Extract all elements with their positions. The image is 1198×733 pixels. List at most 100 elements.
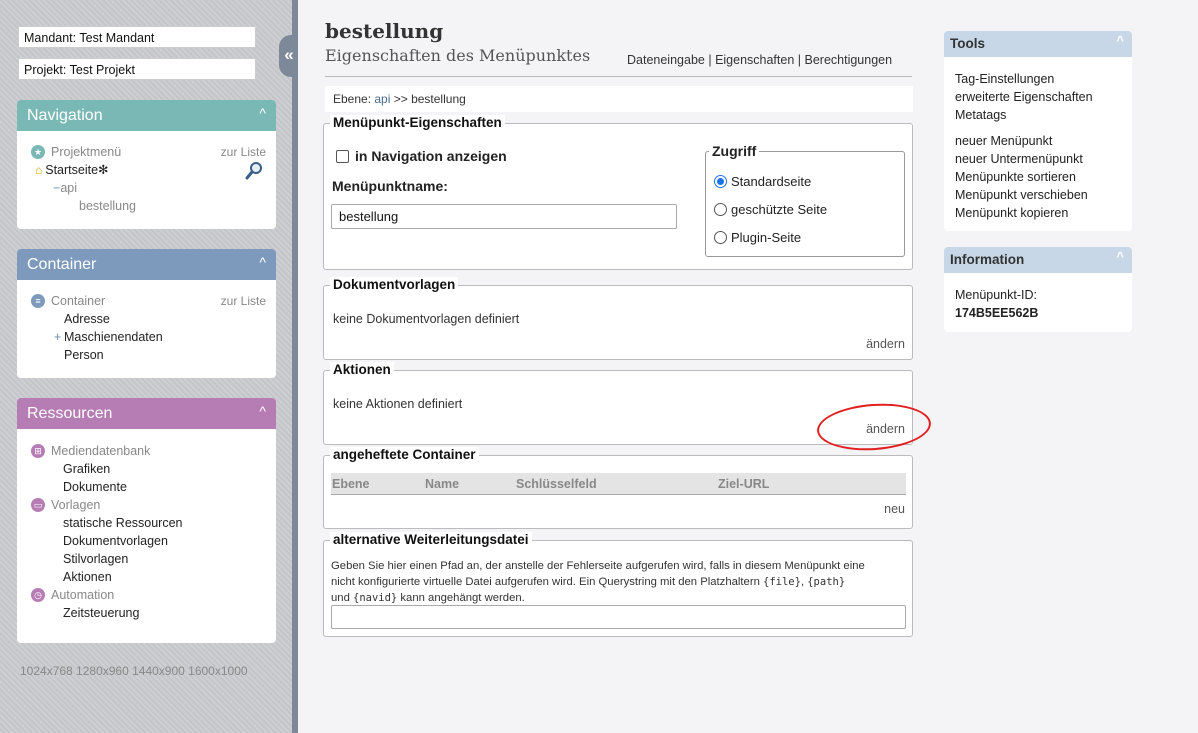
nav-api-row[interactable]: − api <box>31 179 266 197</box>
information-panel-header[interactable]: Information ^ <box>944 247 1132 273</box>
container-item[interactable]: Person <box>31 346 266 364</box>
search-icon[interactable] <box>244 161 264 181</box>
tool-link-menuepunkt-kopieren[interactable]: Menüpunkt kopieren <box>955 204 1121 222</box>
tools-panel: Tools ^ Tag-Einstellungen erweiterte Eig… <box>944 31 1132 231</box>
resource-item[interactable]: Dokumentvorlagen <box>31 532 266 550</box>
code-file: {file} <box>763 576 801 588</box>
tool-link-metatags[interactable]: Metatags <box>955 106 1121 124</box>
eigenschaften-link[interactable]: Eigenschaften <box>715 53 794 67</box>
navigation-panel: Navigation ^ ★ Projektmenü zur Liste ⌂ S… <box>17 100 276 229</box>
header-links: Dateneingabe | Eigenschaften | Berechtig… <box>627 53 892 67</box>
vorlagen-row[interactable]: ▭ Vorlagen <box>31 496 266 514</box>
ressourcen-panel-title: Ressourcen <box>27 405 113 422</box>
breadcrumb: Ebene: api >> bestellung <box>325 86 913 112</box>
collapse-toggle-icon[interactable]: − <box>53 179 60 197</box>
resource-item[interactable]: Dokumente <box>31 478 266 496</box>
breadcrumb-api-link[interactable]: api <box>374 92 390 106</box>
nav-bestellung-label: bestellung <box>79 199 136 213</box>
ressourcen-panel-header[interactable]: Ressourcen ^ <box>17 398 276 429</box>
nav-zur-liste-link[interactable]: zur Liste <box>221 143 266 161</box>
home-icon: ⌂ <box>35 163 43 177</box>
column-header-ziel-url[interactable]: Ziel-URL <box>718 477 769 491</box>
resource-item-label: statische Ressourcen <box>63 516 183 530</box>
access-option[interactable]: Plugin-Seite <box>714 230 801 245</box>
mandant-field[interactable]: Mandant: Test Mandant <box>18 26 256 48</box>
dokumentvorlagen-aendern-link[interactable]: ändern <box>866 337 905 351</box>
container-zur-liste-link[interactable]: zur Liste <box>221 292 266 310</box>
resource-item-label: Aktionen <box>63 570 112 584</box>
tools-panel-header[interactable]: Tools ^ <box>944 31 1132 57</box>
navigation-panel-header[interactable]: Navigation ^ <box>17 100 276 131</box>
name-label: Menüpunktname: <box>332 178 448 194</box>
resource-item[interactable]: statische Ressourcen <box>31 514 266 532</box>
column-header-name[interactable]: Name <box>425 477 459 491</box>
tools-panel-title: Tools <box>950 36 985 51</box>
menuepunkt-eigenschaften-fieldset: Menüpunkt-Eigenschaften in Navigation an… <box>323 115 913 270</box>
nav-root-row: ★ Projektmenü zur Liste <box>31 143 266 161</box>
mediendatenbank-row[interactable]: ⊞ Mediendatenbank <box>31 442 266 460</box>
menuepunkt-id-label: Menüpunkt-ID: <box>955 288 1037 302</box>
code-navid: {navid} <box>353 592 398 604</box>
expand-icon[interactable]: + <box>54 328 64 346</box>
tool-link-neuer-untermenuepunkt[interactable]: neuer Untermenüpunkt <box>955 150 1121 168</box>
resource-item[interactable]: Zeitsteuerung <box>31 604 266 622</box>
vorlagen-label: Vorlagen <box>51 498 101 512</box>
container-panel-header[interactable]: Container ^ <box>17 249 276 280</box>
resource-item[interactable]: Aktionen <box>31 568 266 586</box>
chevron-up-icon[interactable]: ^ <box>259 403 266 419</box>
container-panel: Container ^ ≡ Container zur Liste Adress… <box>17 249 276 378</box>
weiterleitungsdatei-input[interactable] <box>331 605 906 629</box>
description-text: kann angehängt werden. <box>397 592 525 604</box>
dateneingabe-link[interactable]: Dateneingabe <box>627 53 705 67</box>
resource-item[interactable]: Stilvorlagen <box>31 550 266 568</box>
nav-startseite-row[interactable]: ⌂ Startseite ✻ <box>31 161 266 179</box>
container-neu-link[interactable]: neu <box>884 502 905 516</box>
menuepunkt-id-value: 174B5EE562B <box>955 306 1039 320</box>
tool-link-neuer-menuepunkt[interactable]: neuer Menüpunkt <box>955 132 1121 150</box>
resolution-links[interactable]: 1024x768 1280x960 1440x900 1600x1000 <box>20 664 248 678</box>
container-item[interactable]: + Maschienendaten <box>31 328 266 346</box>
column-header-schluesselfeld[interactable]: Schlüsselfeld <box>516 477 597 491</box>
access-option-label: geschützte Seite <box>731 202 828 217</box>
tool-link-erweiterte-eigenschaften[interactable]: erweiterte Eigenschaften <box>955 88 1121 106</box>
container-root-label[interactable]: Container <box>51 292 105 310</box>
chevron-up-icon[interactable]: ^ <box>259 105 266 121</box>
fieldset-legend: angeheftete Container <box>330 447 479 462</box>
mediendatenbank-label: Mediendatenbank <box>51 444 151 458</box>
menuepunkt-name-input[interactable]: bestellung <box>331 204 677 229</box>
chevron-up-icon[interactable]: ^ <box>1116 249 1124 264</box>
column-header-ebene[interactable]: Ebene <box>332 477 370 491</box>
information-panel-title: Information <box>950 252 1025 267</box>
nav-root-label[interactable]: Projektmenü <box>51 143 121 161</box>
weiterleitungsdatei-fieldset: alternative Weiterleitungsdatei Geben Si… <box>323 532 913 637</box>
nav-startseite-label: Startseite <box>45 163 99 177</box>
automation-label: Automation <box>51 588 115 602</box>
berechtigungen-link[interactable]: Berechtigungen <box>805 53 893 67</box>
tool-link-tag-einstellungen[interactable]: Tag-Einstellungen <box>955 70 1121 88</box>
nav-api-label: api <box>60 181 77 195</box>
show-in-nav-checkbox[interactable] <box>336 149 349 163</box>
radio-standardseite[interactable] <box>714 175 727 188</box>
resource-item-label: Dokumentvorlagen <box>63 534 168 548</box>
chevron-up-icon[interactable]: ^ <box>259 254 266 270</box>
radio-plugin-seite[interactable] <box>714 231 727 244</box>
zugriff-legend: Zugriff <box>709 143 760 159</box>
resource-item[interactable]: Grafiken <box>31 460 266 478</box>
container-panel-body: ≡ Container zur Liste Adresse + Maschien… <box>17 280 276 374</box>
container-item[interactable]: Adresse <box>31 310 266 328</box>
show-in-nav-row: in Navigation anzeigen <box>336 148 507 164</box>
radio-geschuetzte-seite[interactable] <box>714 203 727 216</box>
automation-row[interactable]: ◷ Automation <box>31 586 266 604</box>
navigation-panel-title: Navigation <box>27 107 103 124</box>
projekt-field[interactable]: Projekt: Test Projekt <box>18 58 256 80</box>
tool-link-menuepunkte-sortieren[interactable]: Menüpunkte sortieren <box>955 168 1121 186</box>
collapse-sidebar-button[interactable]: « <box>279 35 299 77</box>
access-option[interactable]: geschützte Seite <box>714 202 827 217</box>
container-item-label: Adresse <box>64 312 110 326</box>
nav-bestellung-row[interactable]: bestellung <box>31 197 266 215</box>
access-option[interactable]: Standardseite <box>714 174 811 189</box>
chevron-up-icon[interactable]: ^ <box>1116 33 1124 48</box>
container-item-label: Person <box>64 348 104 362</box>
tool-link-menuepunkt-verschieben[interactable]: Menüpunkt verschieben <box>955 186 1121 204</box>
ressourcen-panel: Ressourcen ^ ⊞ Mediendatenbank Grafiken … <box>17 398 276 643</box>
